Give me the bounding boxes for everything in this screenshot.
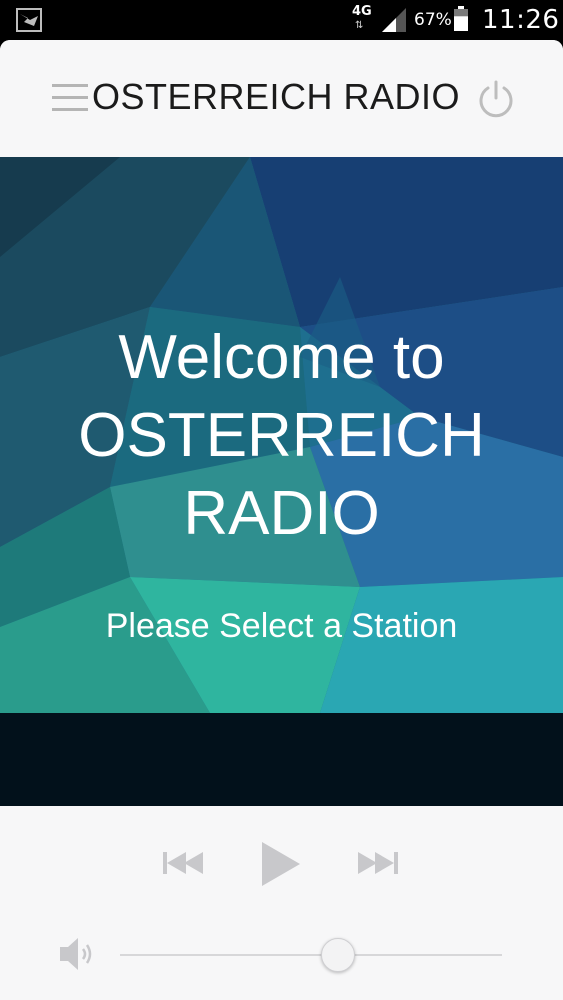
welcome-banner: Welcome to OSTERREICH RADIO Please Selec… <box>0 157 563 713</box>
volume-slider-thumb[interactable] <box>320 938 355 972</box>
welcome-title-line: Welcome to <box>118 323 445 392</box>
signal-strength-icon <box>382 8 406 32</box>
app-window: OSTERREICH RADIO Welcome to OSTERREICH R… <box>0 40 563 1000</box>
data-activity-icon: ⇅ <box>355 20 364 31</box>
status-bar: 4G ⇅ 67% 11:26 <box>0 0 563 40</box>
welcome-title-line: RADIO <box>183 479 380 548</box>
volume-slider-track[interactable] <box>120 954 502 956</box>
now-playing-band <box>0 713 563 806</box>
clock: 11:26 <box>482 5 560 35</box>
app-notification-icon <box>16 8 42 32</box>
volume-slider[interactable] <box>120 936 502 976</box>
skip-previous-icon[interactable] <box>163 852 205 874</box>
app-title: OSTERREICH RADIO <box>92 76 461 117</box>
battery-percent: 67% <box>414 10 452 30</box>
network-type: 4G <box>352 4 372 19</box>
hamburger-menu-icon[interactable] <box>52 80 88 114</box>
welcome-title: Welcome to OSTERREICH RADIO <box>20 319 543 553</box>
welcome-subtitle: Please Select a Station <box>105 607 458 645</box>
play-icon[interactable] <box>260 842 300 886</box>
welcome-title-line: OSTERREICH <box>78 401 485 470</box>
speaker-volume-icon[interactable] <box>58 934 98 974</box>
skip-next-icon[interactable] <box>358 852 400 874</box>
power-icon[interactable] <box>476 79 516 121</box>
player-controls <box>0 806 563 1000</box>
battery-icon <box>454 6 468 31</box>
